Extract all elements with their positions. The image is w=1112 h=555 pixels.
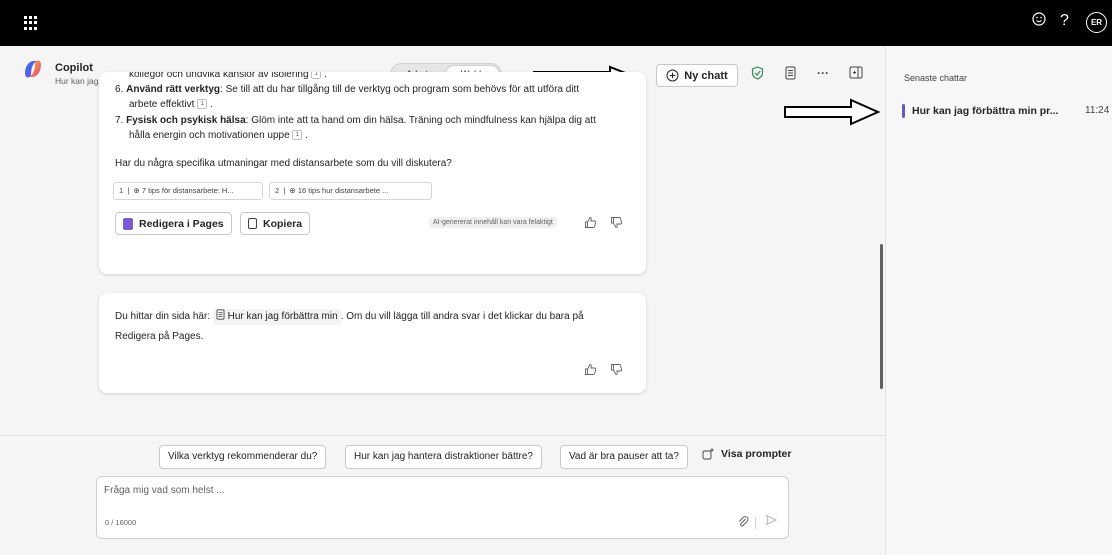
thumbs-up-icon[interactable] (584, 216, 597, 232)
suggestion-chip-2[interactable]: Hur kan jag hantera distraktioner bättre… (345, 445, 542, 469)
suggestion-chip-3[interactable]: Vad är bra pauser att ta? (560, 445, 688, 469)
attach-icon[interactable] (737, 515, 749, 531)
new-chat-button[interactable]: Ny chatt (656, 64, 738, 87)
copilot-logo-icon (25, 60, 41, 78)
recent-chats-title: Senaste chattar (904, 73, 968, 83)
new-chat-label: Ny chatt (684, 69, 728, 82)
ai-disclaimer-badge: AI-genererat innehåll kan vara felaktigt (429, 217, 557, 228)
chat-main-area: Copilot Hur kan jag förbättra min prod..… (0, 46, 885, 555)
list-item-cont: arbete effektivt 1 . (129, 99, 213, 110)
plus-circle-icon (666, 69, 679, 82)
recent-chats-panel: Senaste chattar Hur kan jag förbättra mi… (885, 46, 1112, 555)
recent-chat-time: 11:24 (1085, 105, 1110, 116)
show-prompts-button[interactable]: Visa prompter (702, 447, 791, 460)
assistant-message-2: Du hittar din sida här: Hur kan jag förb… (99, 293, 646, 393)
globe-icon: ⊕ (289, 186, 296, 195)
suggestion-chip-1[interactable]: Vilka verktyg rekommenderar du? (159, 445, 327, 469)
selected-indicator (902, 104, 905, 118)
page-link[interactable]: Hur kan jag förbättra min (212, 309, 341, 325)
sparkle-icon (702, 447, 715, 460)
edit-in-pages-button[interactable]: Redigera i Pages (115, 212, 232, 235)
recent-chat-name: Hur kan jag förbättra min pr... (912, 105, 1059, 117)
globe-icon: ⊕ (133, 186, 140, 195)
citation-badge[interactable]: 1 (311, 72, 322, 80)
char-counter: 0 / 16000 (105, 518, 137, 527)
message-text: Du hittar din sida här: Hur kan jag förb… (115, 309, 584, 342)
pages-icon (123, 217, 133, 230)
list-item: 6. Använd rätt verktyg: Se till att du h… (115, 84, 580, 95)
smiley-icon[interactable] (1032, 12, 1046, 32)
assistant-question: Har du några specifika utmaningar med di… (115, 158, 452, 169)
prompt-box: 0 / 16000 (96, 476, 789, 539)
document-icon[interactable] (785, 66, 796, 84)
composer-area: Vilka verktyg rekommenderar du? Hur kan … (0, 435, 885, 555)
chat-scrollbar[interactable] (880, 244, 883, 389)
app-title: Copilot (55, 62, 93, 74)
source-chip-1[interactable]: 1 | ⊕ 7 tips för distansarbete: H... (113, 182, 263, 200)
send-icon[interactable] (765, 514, 778, 529)
annotation-arrow-right-icon (784, 98, 881, 126)
list-item-cont: hålla energin och motivationen uppe 1 . (129, 130, 309, 141)
recent-chat-item[interactable]: Hur kan jag förbättra min pr... 11:24 (898, 102, 1110, 122)
citation-badge[interactable]: 1 (197, 99, 208, 110)
source-chip-2[interactable]: 2 | ⊕ 16 tips hur distansarbete ... (269, 182, 432, 200)
citation-badge[interactable]: 1 (292, 130, 303, 141)
shield-check-icon[interactable] (751, 66, 764, 84)
thumbs-up-icon[interactable] (584, 363, 597, 379)
assistant-message-1: kollegor och undvika känslor av isolerin… (99, 72, 646, 274)
thumbs-down-icon[interactable] (610, 363, 623, 379)
list-item-partial: kollegor och undvika känslor av isolerin… (129, 72, 327, 82)
prompt-input[interactable] (104, 485, 704, 496)
divider (755, 517, 756, 529)
thumbs-down-icon[interactable] (610, 216, 623, 232)
help-icon[interactable]: ? (1060, 11, 1069, 31)
top-bar: ? ER (0, 0, 1112, 46)
avatar[interactable]: ER (1086, 12, 1107, 33)
panel-icon[interactable] (849, 66, 863, 83)
copy-button[interactable]: Kopiera (240, 212, 311, 235)
document-icon (216, 309, 225, 320)
app-launcher-icon[interactable] (24, 16, 38, 30)
copy-icon (248, 218, 257, 229)
more-icon[interactable]: ··· (817, 65, 829, 81)
list-item: 7. Fysisk och psykisk hälsa: Glöm inte a… (115, 115, 596, 126)
